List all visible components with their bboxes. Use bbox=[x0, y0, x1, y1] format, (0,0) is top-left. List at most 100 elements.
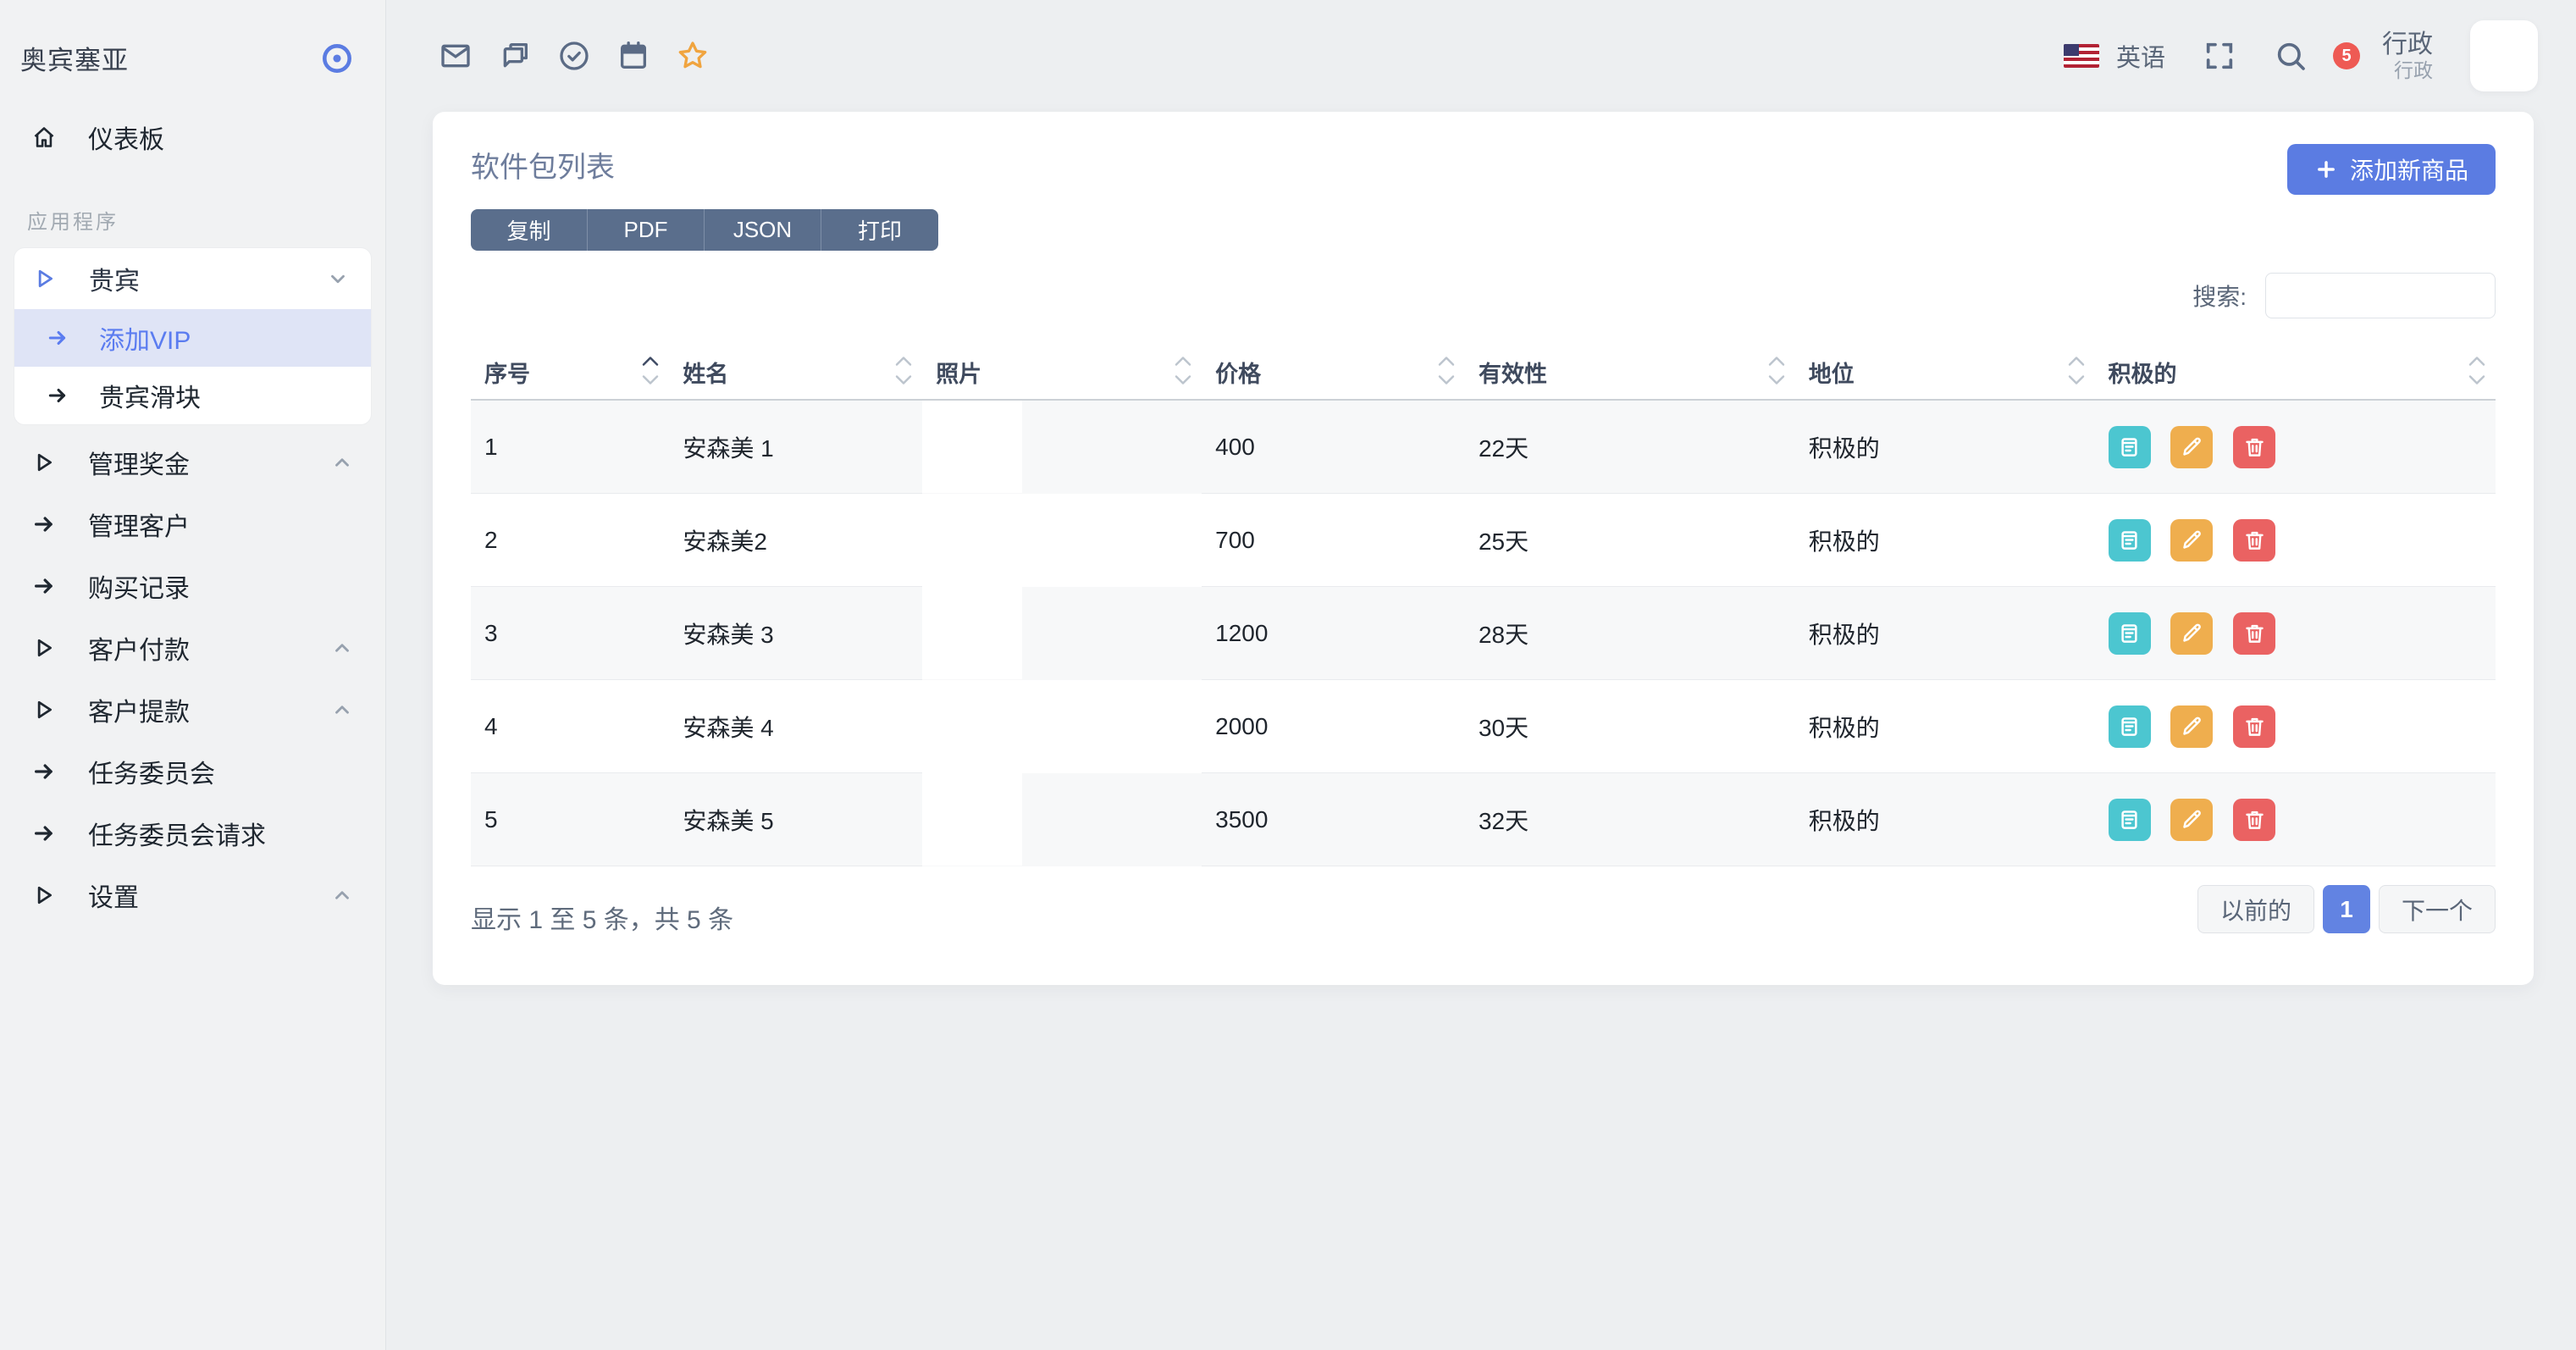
print-button[interactable]: 打印 bbox=[821, 209, 938, 251]
json-button[interactable]: JSON bbox=[705, 209, 821, 251]
column-header-validity[interactable]: 有效性 bbox=[1465, 346, 1795, 400]
column-header-actions[interactable]: 积极的 bbox=[2095, 346, 2496, 400]
sidebar-item-label: 客户付款 bbox=[88, 629, 190, 667]
user-menu[interactable]: 行政 行政 bbox=[2382, 30, 2433, 83]
cell-validity: 22天 bbox=[1465, 400, 1795, 494]
sidebar-item-label: 管理客户 bbox=[88, 506, 190, 543]
delete-button[interactable] bbox=[2233, 612, 2275, 655]
star-icon[interactable] bbox=[676, 39, 710, 73]
sidebar-item-purchase-history[interactable]: 购买记录 bbox=[0, 555, 385, 617]
details-button[interactable] bbox=[2109, 705, 2151, 748]
photo-placeholder bbox=[922, 773, 1022, 866]
sort-asc-icon bbox=[1768, 356, 1785, 367]
arrow-right-icon bbox=[32, 512, 56, 536]
pagination-prev-button[interactable]: 以前的 bbox=[2197, 885, 2314, 933]
delete-button[interactable] bbox=[2233, 799, 2275, 841]
details-button[interactable] bbox=[2109, 612, 2151, 655]
sort-icons bbox=[895, 356, 912, 385]
add-new-product-button[interactable]: 添加新商品 bbox=[2287, 144, 2496, 195]
delete-button[interactable] bbox=[2233, 519, 2275, 562]
chevron-up-icon bbox=[331, 884, 353, 906]
fullscreen-icon[interactable] bbox=[2203, 39, 2236, 73]
sidebar-item-vip-slider[interactable]: 贵宾滑块 bbox=[14, 367, 371, 424]
pagination-next-button[interactable]: 下一个 bbox=[2379, 885, 2496, 933]
sidebar-group-vip: 贵宾 添加VIP 贵宾滑块 bbox=[14, 248, 371, 424]
sort-asc-icon bbox=[642, 356, 659, 367]
cell-name: 安森美 5 bbox=[669, 773, 922, 866]
sidebar-item-customer-withdrawals[interactable]: 客户提款 bbox=[0, 678, 385, 740]
cell-sn: 1 bbox=[471, 400, 669, 494]
main-area: 英语 5 行政 行 bbox=[386, 0, 2576, 1350]
column-header-name[interactable]: 姓名 bbox=[669, 346, 922, 400]
edit-button[interactable] bbox=[2170, 519, 2213, 562]
user-name: 行政 bbox=[2382, 30, 2433, 59]
sidebar-item-dashboard[interactable]: 仪表板 bbox=[0, 106, 385, 168]
photo-placeholder bbox=[922, 587, 1022, 679]
sidebar-item-manage-bonus[interactable]: 管理奖金 bbox=[0, 431, 385, 493]
language-label: 英语 bbox=[2116, 38, 2165, 74]
copy-button[interactable]: 复制 bbox=[471, 209, 588, 251]
column-header-photo[interactable]: 照片 bbox=[922, 346, 1202, 400]
details-button[interactable] bbox=[2109, 799, 2151, 841]
pdf-button[interactable]: PDF bbox=[588, 209, 705, 251]
clipboard-icon bbox=[2118, 528, 2141, 551]
sidebar-item-task-committee[interactable]: 任务委员会 bbox=[0, 740, 385, 802]
pencil-icon bbox=[2181, 622, 2203, 645]
avatar[interactable] bbox=[2470, 20, 2538, 91]
cell-name: 安森美2 bbox=[669, 494, 922, 587]
calendar-icon[interactable] bbox=[616, 39, 650, 73]
sidebar-header: 奥宾塞亚 bbox=[0, 0, 385, 77]
cell-photo bbox=[922, 680, 1202, 773]
sort-asc-icon bbox=[2468, 356, 2485, 367]
topbar-shortcuts bbox=[439, 39, 710, 73]
column-header-status[interactable]: 地位 bbox=[1795, 346, 2095, 400]
pencil-icon bbox=[2181, 435, 2203, 458]
edit-button[interactable] bbox=[2170, 799, 2213, 841]
package-list-card: 软件包列表 添加新商品 复制 PDF JSON 打印 搜索: bbox=[433, 112, 2534, 985]
sidebar-item-label: 购买记录 bbox=[88, 567, 190, 605]
sidebar-item-manage-customers[interactable]: 管理客户 bbox=[0, 493, 385, 555]
table-row: 4 安森美 4 2000 30天 积极的 bbox=[471, 680, 2496, 773]
arrow-right-icon bbox=[32, 760, 56, 783]
cell-status: 积极的 bbox=[1795, 494, 2095, 587]
edit-button[interactable] bbox=[2170, 426, 2213, 468]
cell-price: 2000 bbox=[1202, 680, 1465, 773]
delete-button[interactable] bbox=[2233, 426, 2275, 468]
cell-sn: 4 bbox=[471, 680, 669, 773]
language-switcher[interactable]: 英语 bbox=[2064, 38, 2165, 74]
details-button[interactable] bbox=[2109, 426, 2151, 468]
cell-status: 积极的 bbox=[1795, 400, 2095, 494]
mail-icon[interactable] bbox=[439, 39, 473, 73]
search-input[interactable] bbox=[2265, 273, 2496, 318]
sidebar-item-customer-payments[interactable]: 客户付款 bbox=[0, 617, 385, 678]
sidebar-item-add-vip[interactable]: 添加VIP bbox=[14, 309, 371, 367]
sidebar-item-vip[interactable]: 贵宾 bbox=[14, 248, 371, 309]
sidebar-item-settings[interactable]: 设置 bbox=[0, 864, 385, 926]
column-header-price[interactable]: 价格 bbox=[1202, 346, 1465, 400]
photo-placeholder bbox=[922, 494, 1022, 586]
target-icon[interactable] bbox=[319, 41, 355, 76]
sidebar-section-label: 应用程序 bbox=[27, 205, 385, 235]
details-button[interactable] bbox=[2109, 519, 2151, 562]
table-row: 3 安森美 3 1200 28天 积极的 bbox=[471, 587, 2496, 680]
edit-button[interactable] bbox=[2170, 612, 2213, 655]
app-logo: 奥宾塞亚 bbox=[20, 39, 129, 77]
clipboard-icon bbox=[2118, 435, 2141, 458]
play-triangle-icon bbox=[32, 883, 56, 907]
sidebar-item-label: 贵宾 bbox=[89, 260, 140, 297]
check-circle-icon[interactable] bbox=[557, 39, 591, 73]
chat-icon[interactable] bbox=[498, 39, 532, 73]
play-triangle-icon bbox=[32, 636, 56, 660]
photo-placeholder bbox=[922, 680, 1022, 772]
delete-button[interactable] bbox=[2233, 705, 2275, 748]
search-icon[interactable] bbox=[2274, 39, 2308, 73]
pagination-page-1-button[interactable]: 1 bbox=[2323, 885, 2370, 933]
sidebar-item-task-committee-requests[interactable]: 任务委员会请求 bbox=[0, 802, 385, 864]
sort-icons bbox=[642, 356, 659, 385]
play-triangle-icon bbox=[32, 698, 56, 722]
cell-validity: 25天 bbox=[1465, 494, 1795, 587]
home-icon bbox=[32, 125, 56, 149]
sort-desc-icon bbox=[1768, 374, 1785, 385]
column-header-sn[interactable]: 序号 bbox=[471, 346, 669, 400]
edit-button[interactable] bbox=[2170, 705, 2213, 748]
